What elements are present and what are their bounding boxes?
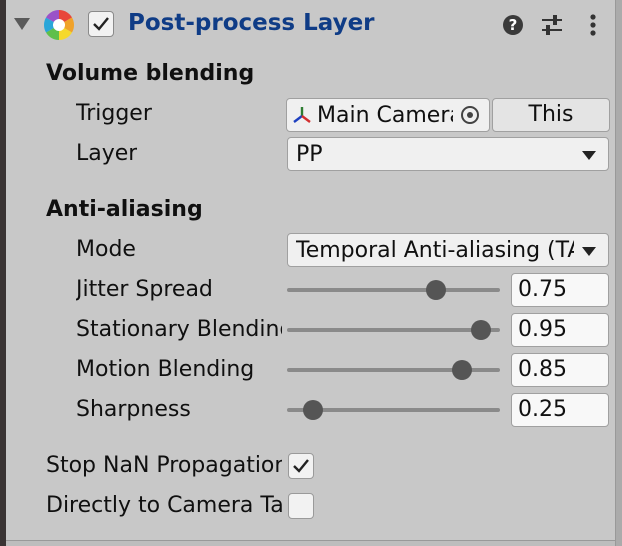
anti-aliasing-heading: Anti-aliasing bbox=[46, 197, 203, 222]
sharpness-slider-thumb[interactable] bbox=[302, 400, 323, 420]
layer-value: PP bbox=[296, 141, 323, 167]
trigger-object-field[interactable]: Main Camera bbox=[286, 98, 490, 132]
checkmark-icon bbox=[93, 17, 109, 31]
motion-blending-slider-thumb[interactable] bbox=[451, 360, 472, 380]
stationary-blending-label: Stationary Blending bbox=[76, 317, 282, 342]
stationary-blending-value-field[interactable]: 0.95 bbox=[511, 313, 609, 347]
volume-blending-heading: Volume blending bbox=[46, 61, 255, 86]
layer-label: Layer bbox=[76, 141, 138, 166]
jitter-spread-slider[interactable] bbox=[287, 280, 500, 300]
checkmark-icon bbox=[293, 459, 309, 473]
jitter-spread-label: Jitter Spread bbox=[76, 277, 213, 302]
this-button[interactable]: This bbox=[492, 98, 610, 132]
motion-blending-slider[interactable] bbox=[287, 360, 500, 380]
mode-value: Temporal Anti-aliasing (TAA) bbox=[296, 237, 574, 263]
layer-dropdown[interactable]: PP bbox=[287, 137, 609, 171]
direct-to-target-label: Directly to Camera Target bbox=[46, 493, 282, 518]
question-circle-icon: ? bbox=[503, 15, 523, 35]
scrollbar[interactable] bbox=[615, 0, 622, 546]
stationary-blending-slider[interactable] bbox=[287, 320, 500, 340]
sliders-icon bbox=[542, 15, 562, 35]
chevron-down-icon bbox=[582, 247, 596, 256]
help-button[interactable]: ? bbox=[500, 12, 526, 38]
mode-dropdown[interactable]: Temporal Anti-aliasing (TAA) bbox=[287, 233, 609, 267]
chevron-down-icon bbox=[582, 151, 596, 160]
stationary-blending-slider-thumb[interactable] bbox=[470, 320, 491, 340]
presets-button[interactable] bbox=[539, 12, 565, 38]
svg-text:?: ? bbox=[509, 16, 518, 34]
context-menu-button[interactable] bbox=[580, 12, 606, 38]
foldout-triangle-icon[interactable] bbox=[14, 18, 30, 30]
sharpness-slider[interactable] bbox=[287, 400, 500, 420]
sharpness-label: Sharpness bbox=[76, 397, 191, 422]
color-wheel-icon bbox=[43, 9, 75, 41]
trigger-label: Trigger bbox=[76, 101, 152, 126]
stop-nan-checkbox[interactable] bbox=[288, 453, 314, 479]
trigger-object-value: Main Camera bbox=[317, 102, 453, 128]
direct-to-target-checkbox[interactable] bbox=[288, 493, 314, 519]
component-enabled-checkbox[interactable] bbox=[88, 11, 114, 37]
panel-divider bbox=[6, 540, 615, 546]
component-title: Post-process Layer bbox=[128, 10, 375, 36]
transform-gizmo-icon bbox=[293, 107, 311, 123]
stop-nan-label: Stop NaN Propagation bbox=[46, 453, 282, 478]
jitter-spread-value-field[interactable]: 0.75 bbox=[511, 273, 609, 307]
object-picker-icon[interactable] bbox=[461, 106, 479, 124]
jitter-spread-slider-thumb[interactable] bbox=[426, 280, 447, 300]
kebab-vertical-icon bbox=[590, 14, 596, 36]
motion-blending-value-field[interactable]: 0.85 bbox=[511, 353, 609, 387]
sharpness-value-field[interactable]: 0.25 bbox=[511, 393, 609, 427]
mode-label: Mode bbox=[76, 237, 136, 262]
motion-blending-label: Motion Blending bbox=[76, 357, 255, 382]
